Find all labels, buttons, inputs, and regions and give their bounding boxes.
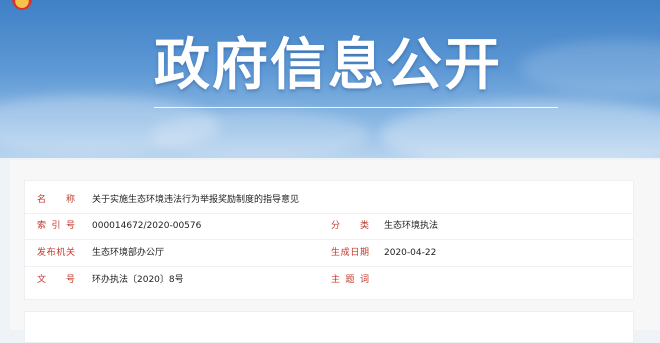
index-label: 索 引 号 — [37, 221, 75, 231]
docno-value: 环办执法〔2020〕8号 — [92, 275, 184, 285]
date-label: 生成日期 — [331, 248, 369, 258]
info-row-docno: 文 号 环办执法〔2020〕8号 主 题 词 — [25, 267, 633, 293]
docno-label: 文 号 — [37, 275, 75, 285]
national-emblem-icon — [12, 0, 32, 10]
info-row-index: 索 引 号 000014672/2020-00576 分 类 生态环境执法 — [25, 213, 633, 240]
index-value: 000014672/2020-00576 — [92, 221, 202, 231]
issuer-value: 生态环境部办公厅 — [92, 248, 165, 258]
article-body-card — [24, 311, 634, 343]
date-value: 2020-04-22 — [384, 248, 437, 258]
name-value: 关于实施生态环境违法行为举报奖励制度的指导意见 — [92, 195, 300, 205]
banner-title: 政府信息公开 — [154, 33, 502, 98]
category-value: 生态环境执法 — [384, 221, 439, 231]
name-label: 名 称 — [37, 195, 75, 205]
issuer-label: 发布机关 — [37, 248, 75, 258]
banner-cloud — [380, 100, 660, 158]
info-row-issuer: 发布机关 生态环境部办公厅 生成日期 2020-04-22 — [25, 240, 633, 267]
document-info-card: 名 称 关于实施生态环境违法行为举报奖励制度的指导意见 索 引 号 000014… — [24, 180, 634, 300]
info-row-name: 名 称 关于实施生态环境违法行为举报奖励制度的指导意见 — [25, 187, 633, 214]
banner-divider — [154, 107, 558, 108]
banner-cloud — [150, 110, 370, 158]
page-banner: 政府信息公开 — [0, 0, 660, 158]
category-label: 分 类 — [331, 221, 369, 231]
keywords-label: 主 题 词 — [331, 275, 369, 285]
